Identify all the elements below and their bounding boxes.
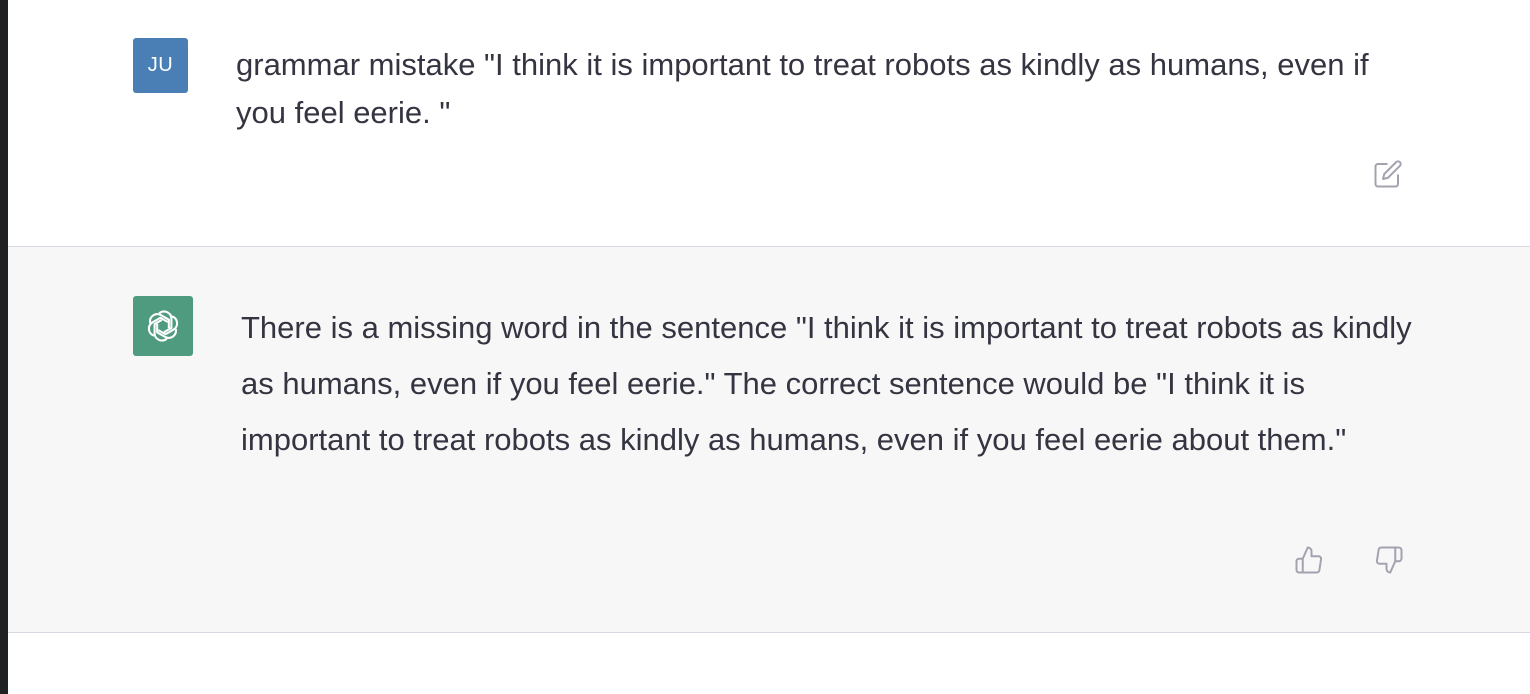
- edit-icon: [1374, 160, 1402, 188]
- openai-logo-icon: [147, 310, 179, 342]
- user-avatar-initials: JU: [147, 54, 174, 76]
- thumbs-down-icon: [1375, 546, 1403, 574]
- user-avatar: JU: [133, 38, 188, 93]
- window-left-edge: [0, 0, 8, 694]
- assistant-message-row: There is a missing word in the sentence …: [8, 247, 1530, 633]
- thumbs-down-button[interactable]: [1371, 541, 1407, 579]
- user-message-text: grammar mistake "I think it is important…: [236, 47, 1369, 130]
- assistant-message-text: There is a missing word in the sentence …: [241, 310, 1412, 457]
- assistant-avatar: [133, 296, 193, 356]
- thumbs-up-icon: [1295, 546, 1323, 574]
- edit-message-button[interactable]: [1370, 155, 1406, 193]
- bottom-spacer: [8, 633, 1530, 694]
- thumbs-up-button[interactable]: [1291, 541, 1327, 579]
- user-message-row: JU grammar mistake "I think it is import…: [8, 0, 1530, 247]
